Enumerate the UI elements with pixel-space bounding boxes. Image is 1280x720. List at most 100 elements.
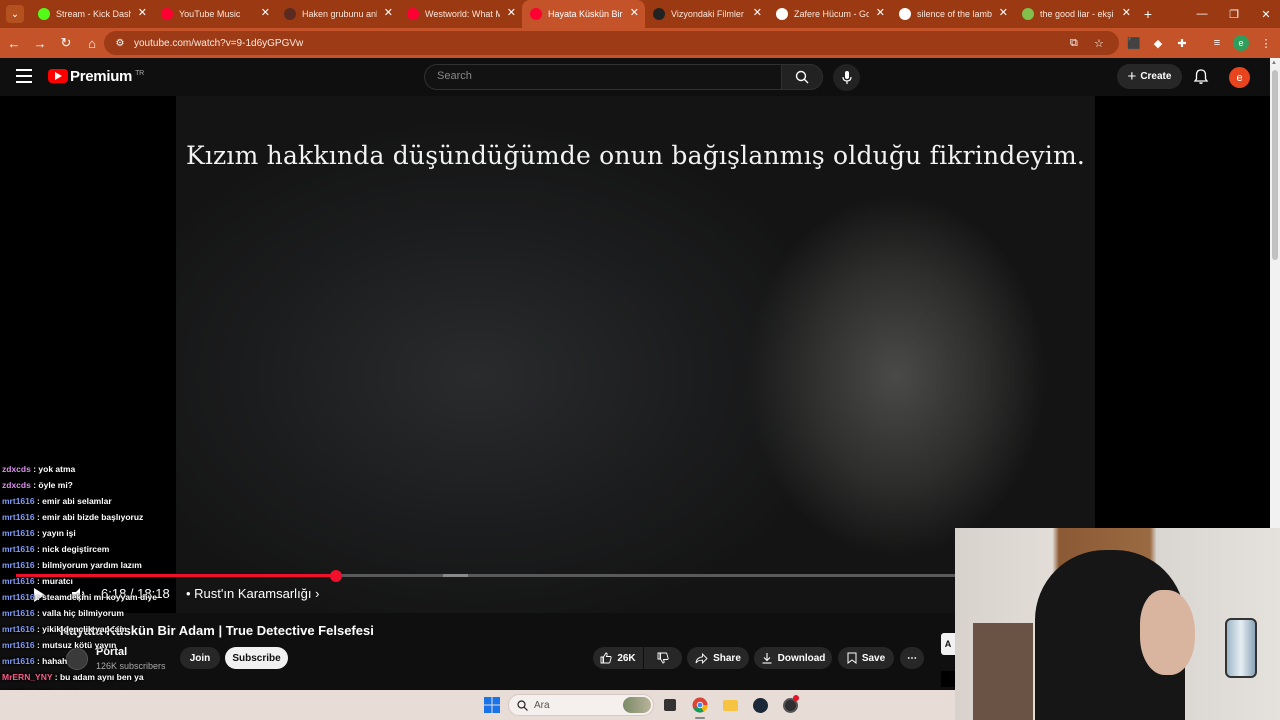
minimize-icon[interactable]: —	[1186, 0, 1218, 28]
tab-favicon-icon	[530, 8, 542, 20]
right-panel-block	[941, 671, 955, 687]
webcam-person-face	[1140, 590, 1195, 675]
dislike-button[interactable]	[644, 647, 682, 669]
chat-message: mrt1616 : valla hiç bilmiyorum	[2, 608, 202, 624]
bookmark-star-icon[interactable]: ☆	[1094, 31, 1104, 55]
browser-tab[interactable]: Hayata Küskün Bir Ad ✕	[522, 0, 645, 28]
install-app-icon[interactable]: ⧉	[1070, 31, 1078, 55]
taskbar-search-box[interactable]: Ara	[508, 694, 654, 716]
file-explorer-icon[interactable]	[720, 695, 740, 715]
windows-start-icon[interactable]	[482, 695, 502, 715]
create-label: Create	[1140, 71, 1172, 82]
chat-message: mrt1616 : mutsuz kötü yayın	[2, 640, 202, 656]
url-text[interactable]: youtube.com/watch?v=9-1d6yGPGVw	[134, 38, 303, 49]
browser-tab[interactable]: Stream - Kick Dashbo ✕	[30, 0, 153, 28]
microphone-icon	[841, 70, 852, 84]
tab-close-icon[interactable]: ✕	[1122, 6, 1131, 19]
chat-username: zdxcds	[2, 464, 31, 474]
share-button[interactable]: Share	[687, 647, 749, 669]
browser-tab[interactable]: silence of the lambs ✕	[891, 0, 1014, 28]
webcam-bottle	[1225, 618, 1257, 678]
page-scrollbar[interactable]: ▲	[1270, 58, 1280, 528]
webcam-shelf	[973, 623, 1033, 720]
browser-tab[interactable]: the good liar - ekşi s ✕	[1014, 0, 1137, 28]
chat-username: mrt1616	[2, 608, 35, 618]
extensions-puzzle-icon[interactable]: ✚	[1172, 33, 1192, 53]
chrome-icon	[692, 697, 708, 713]
windows-taskbar: Ara	[0, 690, 955, 720]
like-button[interactable]: 26K	[593, 647, 643, 669]
tab-search-chevron-icon[interactable]: ⌄	[6, 5, 24, 23]
tab-close-icon[interactable]: ✕	[753, 6, 762, 19]
thumbs-down-icon	[657, 652, 669, 664]
search-box[interactable]	[424, 64, 782, 90]
chat-username: mrt1616	[2, 624, 35, 634]
voice-search-button[interactable]	[833, 64, 860, 91]
media-control-icon[interactable]: ≡	[1207, 33, 1227, 53]
notifications-bell-icon[interactable]	[1192, 68, 1210, 86]
browser-tab[interactable]: Zafere Hücum - Goo ✕	[768, 0, 891, 28]
chat-message: mrt1616 : steamdekini mi koyyam diye	[2, 592, 202, 608]
browser-tab[interactable]: Haken grubunu anlat ✕	[276, 0, 399, 28]
more-actions-icon[interactable]: ⋯	[900, 647, 924, 669]
webcam-overlay	[955, 528, 1280, 720]
browser-tab[interactable]: Westworld: What Ma ✕	[399, 0, 522, 28]
scrollbar-thumb[interactable]	[1272, 70, 1278, 260]
steam-icon[interactable]	[750, 695, 770, 715]
create-button[interactable]: + Create	[1117, 64, 1182, 89]
chat-username: MrERN_YNY	[2, 672, 53, 682]
profile-avatar[interactable]: e	[1233, 35, 1249, 51]
task-view-icon[interactable]	[660, 695, 680, 715]
new-tab-button[interactable]: +	[1137, 6, 1159, 22]
scroll-up-icon[interactable]: ▲	[1271, 60, 1277, 66]
tab-close-icon[interactable]: ✕	[999, 6, 1008, 19]
tab-favicon-icon	[38, 8, 50, 20]
stream-chat-overlay: zdxcds : yok atma zdxcds : öyle mi? mrt161…	[2, 464, 202, 720]
obs-icon[interactable]	[780, 695, 800, 715]
youtube-logo-icon[interactable]	[48, 69, 68, 83]
tab-close-icon[interactable]: ✕	[138, 6, 147, 19]
download-button[interactable]: Download	[754, 647, 832, 669]
chat-username: mrt1616	[2, 544, 35, 554]
search-button[interactable]	[781, 64, 823, 90]
account-avatar[interactable]: e	[1229, 67, 1250, 88]
progress-scrubber-handle[interactable]	[330, 570, 342, 582]
close-window-icon[interactable]: ✕	[1250, 0, 1280, 28]
share-label: Share	[713, 652, 741, 664]
tab-close-icon[interactable]: ✕	[384, 6, 393, 19]
tab-favicon-icon	[407, 8, 419, 20]
chat-message: mrt1616 : nick degiştircem	[2, 544, 202, 560]
chat-username: mrt1616	[2, 560, 35, 570]
reload-icon[interactable]: ↻	[54, 31, 78, 55]
right-panel-chip[interactable]: A	[941, 633, 955, 655]
subscribe-button[interactable]: Subscribe	[225, 647, 288, 669]
plus-icon: +	[1127, 68, 1137, 85]
omnibox[interactable]: ⚙ youtube.com/watch?v=9-1d6yGPGVw ⧉ ☆	[104, 31, 1119, 55]
extension-shield-icon[interactable]: ◆	[1148, 33, 1168, 53]
tab-close-icon[interactable]: ✕	[876, 6, 885, 19]
back-arrow-icon[interactable]: ←	[2, 31, 26, 55]
more-menu-icon[interactable]: ⋮	[1256, 33, 1276, 53]
browser-tab[interactable]: Vizyondaki Filmler ✕	[645, 0, 768, 28]
tab-close-icon[interactable]: ✕	[630, 6, 639, 19]
save-button[interactable]: Save	[838, 647, 894, 669]
chapter-title[interactable]: • Rust'ın Karamsarlığı ›	[186, 586, 319, 601]
site-info-icon[interactable]: ⚙	[110, 38, 130, 49]
youtube-premium-logo[interactable]: Premium TR	[70, 68, 144, 85]
search-input[interactable]	[435, 65, 775, 87]
save-label: Save	[861, 652, 886, 664]
maximize-icon[interactable]: ❐	[1218, 0, 1250, 28]
tab-title: Vizyondaki Filmler	[671, 9, 744, 19]
extension-icon[interactable]: ⬛	[1124, 33, 1144, 53]
tab-close-icon[interactable]: ✕	[261, 6, 270, 19]
browser-tab[interactable]: YouTube Music ✕	[153, 0, 276, 28]
forward-arrow-icon[interactable]: →	[28, 31, 52, 55]
chrome-taskbar-icon[interactable]	[690, 695, 710, 715]
youtube-header: PremiumTR +Create e	[0, 58, 1270, 96]
chat-username: mrt1616	[2, 512, 35, 522]
chat-text: : valla hiç bilmiyorum	[36, 608, 124, 618]
home-icon[interactable]: ⌂	[80, 31, 104, 55]
hamburger-menu-icon[interactable]	[16, 69, 32, 83]
tab-close-icon[interactable]: ✕	[507, 6, 516, 19]
windows-logo-icon	[484, 697, 500, 713]
